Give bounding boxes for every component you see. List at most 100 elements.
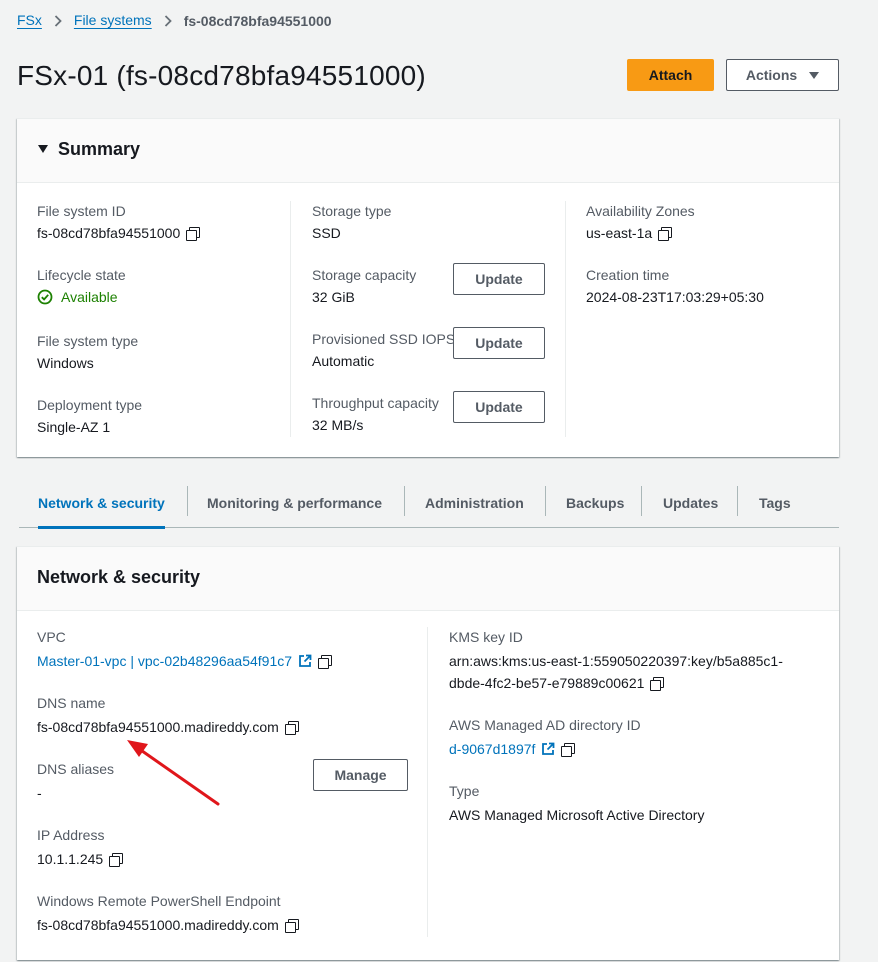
deployment-type-field: Deployment type Single-AZ 1 bbox=[37, 395, 142, 437]
creation-time-label: Creation time bbox=[586, 267, 670, 283]
dns-aliases-label: DNS aliases bbox=[37, 761, 115, 777]
ad-directory-id-label: AWS Managed AD directory ID bbox=[449, 717, 641, 733]
network-security-title: Network & security bbox=[37, 567, 201, 587]
kms-key-id-value-line1: arn:aws:kms:us-east-1:559050220397:key/b… bbox=[449, 653, 783, 669]
annotation-arrow bbox=[127, 740, 220, 806]
chevron-right-icon bbox=[164, 14, 172, 27]
copy-icon[interactable] bbox=[658, 226, 673, 241]
column-divider bbox=[427, 627, 428, 937]
collapse-caret-icon[interactable] bbox=[38, 145, 48, 153]
tab-updates[interactable]: Updates bbox=[663, 478, 718, 528]
tab-divider bbox=[737, 486, 738, 516]
copy-icon[interactable] bbox=[318, 654, 333, 669]
external-link-icon[interactable] bbox=[541, 742, 555, 756]
ip-address-label: IP Address bbox=[37, 827, 105, 843]
storage-type-field: Storage type SSD bbox=[312, 201, 391, 243]
tab-divider bbox=[404, 486, 405, 516]
column-divider bbox=[565, 201, 566, 437]
availability-zones-label: Availability Zones bbox=[586, 203, 695, 219]
copy-icon[interactable] bbox=[284, 918, 299, 933]
throughput-capacity-label: Throughput capacity bbox=[312, 395, 439, 411]
manage-dns-aliases-button[interactable]: Manage bbox=[313, 759, 408, 791]
ad-directory-id-field: AWS Managed AD directory ID d-9067d1897f bbox=[449, 715, 641, 759]
type-field: Type AWS Managed Microsoft Active Direct… bbox=[449, 781, 704, 825]
provisioned-iops-field: Provisioned SSD IOPS Automatic bbox=[312, 329, 455, 371]
availability-zones-field: Availability Zones us-east-1a bbox=[586, 201, 695, 243]
type-label: Type bbox=[449, 783, 480, 799]
network-security-header: Network & security bbox=[17, 547, 839, 611]
file-system-id-field: File system ID fs-08cd78bfa94551000 bbox=[37, 201, 201, 243]
file-system-type-value: Windows bbox=[37, 355, 94, 371]
file-system-id-value: fs-08cd78bfa94551000 bbox=[37, 225, 181, 241]
update-storage-capacity-button[interactable]: Update bbox=[453, 263, 545, 295]
update-iops-button[interactable]: Update bbox=[453, 327, 545, 359]
powershell-endpoint-label: Windows Remote PowerShell Endpoint bbox=[37, 893, 281, 909]
throughput-capacity-value: 32 MB/s bbox=[312, 417, 364, 433]
type-value: AWS Managed Microsoft Active Directory bbox=[449, 807, 705, 823]
ad-directory-id-link[interactable]: d-9067d1897f bbox=[449, 739, 535, 759]
lifecycle-state-label: Lifecycle state bbox=[37, 267, 126, 283]
copy-icon[interactable] bbox=[284, 720, 299, 735]
page-title: FSx-01 (fs-08cd78bfa94551000) bbox=[17, 60, 426, 91]
vpc-field: VPC Master-01-vpc | vpc-02b48296aa54f91c… bbox=[37, 627, 333, 671]
caret-down-icon bbox=[809, 71, 820, 79]
creation-time-value: 2024-08-23T17:03:29+05:30 bbox=[586, 289, 764, 305]
storage-type-label: Storage type bbox=[312, 203, 392, 219]
breadcrumb-link-fsx[interactable]: FSx bbox=[17, 12, 42, 29]
ip-address-field: IP Address 10.1.1.245 bbox=[37, 825, 124, 869]
chevron-right-icon bbox=[54, 14, 62, 27]
tab-divider bbox=[641, 486, 642, 516]
breadcrumb: FSx File systems fs-08cd78bfa94551000 bbox=[17, 12, 332, 29]
breadcrumb-current: fs-08cd78bfa94551000 bbox=[183, 12, 332, 29]
deployment-type-value: Single-AZ 1 bbox=[37, 419, 111, 435]
column-divider bbox=[290, 201, 291, 437]
summary-panel: Summary File system ID fs-08cd78bfa94551… bbox=[17, 118, 839, 457]
summary-header[interactable]: Summary bbox=[17, 119, 839, 183]
storage-capacity-label: Storage capacity bbox=[312, 267, 417, 283]
provisioned-iops-label: Provisioned SSD IOPS bbox=[312, 331, 456, 347]
tab-tags[interactable]: Tags bbox=[759, 478, 791, 528]
powershell-endpoint-value: fs-08cd78bfa94551000.madireddy.com bbox=[37, 917, 279, 933]
external-link-icon[interactable] bbox=[298, 654, 312, 668]
tab-backups[interactable]: Backups bbox=[566, 478, 624, 528]
copy-icon[interactable] bbox=[561, 742, 576, 757]
kms-key-id-value-line2: dbde-4fc2-be57-e79889c00621 bbox=[449, 675, 645, 691]
vpc-label: VPC bbox=[37, 629, 66, 645]
file-system-type-label: File system type bbox=[37, 333, 139, 349]
copy-icon[interactable] bbox=[650, 676, 665, 691]
file-system-id-label: File system ID bbox=[37, 203, 126, 219]
storage-capacity-value: 32 GiB bbox=[312, 289, 355, 305]
creation-time-field: Creation time 2024-08-23T17:03:29+05:30 bbox=[586, 265, 764, 307]
throughput-capacity-field: Throughput capacity 32 MB/s bbox=[312, 393, 439, 435]
actions-label: Actions bbox=[745, 67, 798, 83]
lifecycle-state-field: Lifecycle state Available bbox=[37, 265, 126, 307]
dns-aliases-value: - bbox=[37, 785, 42, 801]
vpc-link[interactable]: Master-01-vpc | vpc-02b48296aa54f91c7 bbox=[37, 651, 292, 671]
provisioned-iops-value: Automatic bbox=[312, 353, 375, 369]
ip-address-value: 10.1.1.245 bbox=[37, 851, 104, 867]
file-system-type-field: File system type Windows bbox=[37, 331, 138, 373]
tab-divider bbox=[545, 486, 546, 516]
deployment-type-label: Deployment type bbox=[37, 397, 143, 413]
copy-icon[interactable] bbox=[109, 852, 124, 867]
check-circle-icon bbox=[37, 289, 53, 305]
detail-tabs: Network & security Monitoring & performa… bbox=[19, 478, 839, 529]
attach-button[interactable]: Attach bbox=[627, 59, 714, 91]
tab-administration[interactable]: Administration bbox=[425, 478, 524, 528]
dns-aliases-field: DNS aliases - bbox=[37, 759, 114, 803]
breadcrumb-link-file-systems[interactable]: File systems bbox=[74, 12, 152, 29]
storage-capacity-field: Storage capacity 32 GiB bbox=[312, 265, 416, 307]
kms-key-id-label: KMS key ID bbox=[449, 629, 523, 645]
tab-network-security[interactable]: Network & security bbox=[38, 478, 165, 529]
powershell-endpoint-field: Windows Remote PowerShell Endpoint fs-08… bbox=[37, 891, 299, 935]
storage-type-value: SSD bbox=[312, 225, 341, 241]
update-throughput-button[interactable]: Update bbox=[453, 391, 545, 423]
copy-icon[interactable] bbox=[186, 226, 201, 241]
tab-monitoring-performance[interactable]: Monitoring & performance bbox=[207, 478, 382, 528]
actions-dropdown-button[interactable]: Actions bbox=[726, 59, 839, 91]
tab-divider bbox=[187, 486, 188, 516]
lifecycle-state-value: Available bbox=[61, 289, 118, 305]
dns-name-label: DNS name bbox=[37, 695, 106, 711]
summary-title: Summary bbox=[58, 139, 141, 159]
availability-zones-value: us-east-1a bbox=[586, 225, 653, 241]
